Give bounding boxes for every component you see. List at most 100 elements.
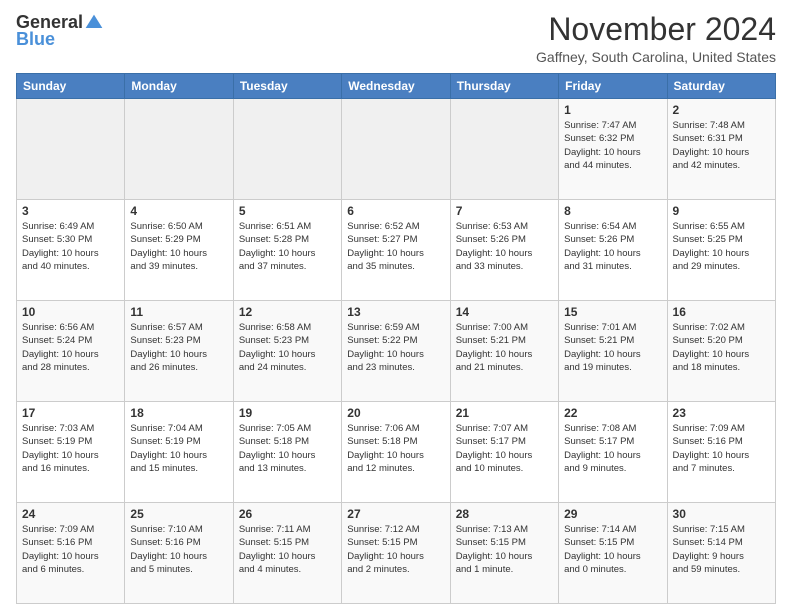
day-info: Sunrise: 7:07 AM Sunset: 5:17 PM Dayligh…	[456, 422, 553, 475]
logo-blue-text: Blue	[16, 29, 55, 49]
calendar-cell: 1 Sunrise: 7:47 AM Sunset: 6:32 PM Daylig…	[559, 99, 667, 200]
day-number: 24	[22, 507, 119, 521]
calendar-cell	[17, 99, 125, 200]
calendar-cell: 12Sunrise: 6:58 AM Sunset: 5:23 PM Dayli…	[233, 301, 341, 402]
calendar-cell: 16 Sunrise: 7:02 AM Sunset: 5:20 PM Dayli…	[667, 301, 775, 402]
calendar-cell: 11Sunrise: 6:57 AM Sunset: 5:23 PM Dayli…	[125, 301, 233, 402]
day-info: Sunrise: 7:09 AM Sunset: 5:16 PM Dayligh…	[22, 523, 119, 576]
location: Gaffney, South Carolina, United States	[536, 49, 776, 65]
title-area: November 2024 Gaffney, South Carolina, U…	[536, 12, 776, 65]
calendar-cell: 28 Sunrise: 7:13 AM Sunset: 5:15 PM Dayli…	[450, 503, 558, 604]
day-number: 30	[673, 507, 770, 521]
calendar-week-row-3: 17 Sunrise: 7:03 AM Sunset: 5:19 PM Dayli…	[17, 402, 776, 503]
day-info: Sunrise: 7:15 AM Sunset: 5:14 PM Dayligh…	[673, 523, 770, 576]
calendar-cell: 27Sunrise: 7:12 AM Sunset: 5:15 PM Dayli…	[342, 503, 450, 604]
day-info: Sunrise: 6:56 AM Sunset: 5:24 PM Dayligh…	[22, 321, 119, 374]
calendar-week-row-2: 10 Sunrise: 6:56 AM Sunset: 5:24 PM Dayli…	[17, 301, 776, 402]
page: General Blue November 2024 Gaffney, Sout…	[0, 0, 792, 612]
day-number: 13	[347, 305, 444, 319]
day-info: Sunrise: 6:58 AM Sunset: 5:23 PM Dayligh…	[239, 321, 336, 374]
day-number: 15	[564, 305, 661, 319]
day-info: Sunrise: 7:10 AM Sunset: 5:16 PM Dayligh…	[130, 523, 227, 576]
day-number: 1	[564, 103, 661, 117]
day-info: Sunrise: 7:06 AM Sunset: 5:18 PM Dayligh…	[347, 422, 444, 475]
logo: General Blue	[16, 12, 104, 50]
day-number: 8	[564, 204, 661, 218]
day-info: Sunrise: 7:03 AM Sunset: 5:19 PM Dayligh…	[22, 422, 119, 475]
day-number: 4	[130, 204, 227, 218]
calendar-cell: 24 Sunrise: 7:09 AM Sunset: 5:16 PM Dayli…	[17, 503, 125, 604]
day-number: 17	[22, 406, 119, 420]
day-number: 27	[347, 507, 444, 521]
calendar-week-row-1: 3Sunrise: 6:49 AM Sunset: 5:30 PM Daylig…	[17, 200, 776, 301]
day-number: 9	[673, 204, 770, 218]
calendar-cell: 9 Sunrise: 6:55 AM Sunset: 5:25 PM Daylig…	[667, 200, 775, 301]
calendar-cell: 29 Sunrise: 7:14 AM Sunset: 5:15 PM Dayli…	[559, 503, 667, 604]
day-info: Sunrise: 7:05 AM Sunset: 5:18 PM Dayligh…	[239, 422, 336, 475]
calendar-cell: 17 Sunrise: 7:03 AM Sunset: 5:19 PM Dayli…	[17, 402, 125, 503]
calendar-cell: 21Sunrise: 7:07 AM Sunset: 5:17 PM Dayli…	[450, 402, 558, 503]
day-info: Sunrise: 6:59 AM Sunset: 5:22 PM Dayligh…	[347, 321, 444, 374]
calendar-cell: 30 Sunrise: 7:15 AM Sunset: 5:14 PM Dayli…	[667, 503, 775, 604]
calendar-cell: 6 Sunrise: 6:52 AM Sunset: 5:27 PM Daylig…	[342, 200, 450, 301]
day-number: 2	[673, 103, 770, 117]
day-number: 14	[456, 305, 553, 319]
day-info: Sunrise: 7:11 AM Sunset: 5:15 PM Dayligh…	[239, 523, 336, 576]
day-info: Sunrise: 6:50 AM Sunset: 5:29 PM Dayligh…	[130, 220, 227, 273]
day-number: 16	[673, 305, 770, 319]
calendar-cell	[342, 99, 450, 200]
calendar-cell: 10 Sunrise: 6:56 AM Sunset: 5:24 PM Dayli…	[17, 301, 125, 402]
calendar-cell: 25Sunrise: 7:10 AM Sunset: 5:16 PM Dayli…	[125, 503, 233, 604]
calendar-cell: 3Sunrise: 6:49 AM Sunset: 5:30 PM Daylig…	[17, 200, 125, 301]
col-saturday: Saturday	[667, 74, 775, 99]
day-info: Sunrise: 7:02 AM Sunset: 5:20 PM Dayligh…	[673, 321, 770, 374]
day-info: Sunrise: 7:04 AM Sunset: 5:19 PM Dayligh…	[130, 422, 227, 475]
day-number: 28	[456, 507, 553, 521]
day-info: Sunrise: 7:48 AM Sunset: 6:31 PM Dayligh…	[673, 119, 770, 172]
day-info: Sunrise: 6:52 AM Sunset: 5:27 PM Dayligh…	[347, 220, 444, 273]
day-number: 29	[564, 507, 661, 521]
day-info: Sunrise: 6:53 AM Sunset: 5:26 PM Dayligh…	[456, 220, 553, 273]
col-wednesday: Wednesday	[342, 74, 450, 99]
day-info: Sunrise: 7:47 AM Sunset: 6:32 PM Dayligh…	[564, 119, 661, 172]
calendar-cell: 15 Sunrise: 7:01 AM Sunset: 5:21 PM Dayli…	[559, 301, 667, 402]
calendar-week-row-4: 24 Sunrise: 7:09 AM Sunset: 5:16 PM Dayli…	[17, 503, 776, 604]
calendar-cell	[233, 99, 341, 200]
day-info: Sunrise: 7:01 AM Sunset: 5:21 PM Dayligh…	[564, 321, 661, 374]
day-info: Sunrise: 6:51 AM Sunset: 5:28 PM Dayligh…	[239, 220, 336, 273]
col-thursday: Thursday	[450, 74, 558, 99]
calendar-cell: 26Sunrise: 7:11 AM Sunset: 5:15 PM Dayli…	[233, 503, 341, 604]
calendar-cell: 22 Sunrise: 7:08 AM Sunset: 5:17 PM Dayli…	[559, 402, 667, 503]
calendar-cell: 4 Sunrise: 6:50 AM Sunset: 5:29 PM Daylig…	[125, 200, 233, 301]
day-number: 22	[564, 406, 661, 420]
day-info: Sunrise: 7:08 AM Sunset: 5:17 PM Dayligh…	[564, 422, 661, 475]
calendar-cell: 7Sunrise: 6:53 AM Sunset: 5:26 PM Daylig…	[450, 200, 558, 301]
day-info: Sunrise: 7:00 AM Sunset: 5:21 PM Dayligh…	[456, 321, 553, 374]
day-info: Sunrise: 7:13 AM Sunset: 5:15 PM Dayligh…	[456, 523, 553, 576]
col-sunday: Sunday	[17, 74, 125, 99]
day-number: 6	[347, 204, 444, 218]
day-info: Sunrise: 7:14 AM Sunset: 5:15 PM Dayligh…	[564, 523, 661, 576]
day-number: 19	[239, 406, 336, 420]
calendar-week-row-0: 1 Sunrise: 7:47 AM Sunset: 6:32 PM Daylig…	[17, 99, 776, 200]
header: General Blue November 2024 Gaffney, Sout…	[16, 12, 776, 65]
day-number: 10	[22, 305, 119, 319]
day-info: Sunrise: 6:55 AM Sunset: 5:25 PM Dayligh…	[673, 220, 770, 273]
calendar-cell: 18Sunrise: 7:04 AM Sunset: 5:19 PM Dayli…	[125, 402, 233, 503]
day-number: 11	[130, 305, 227, 319]
month-title: November 2024	[536, 12, 776, 47]
logo-icon	[84, 13, 104, 33]
day-number: 5	[239, 204, 336, 218]
calendar-cell: 23 Sunrise: 7:09 AM Sunset: 5:16 PM Dayli…	[667, 402, 775, 503]
day-number: 23	[673, 406, 770, 420]
col-tuesday: Tuesday	[233, 74, 341, 99]
day-info: Sunrise: 6:54 AM Sunset: 5:26 PM Dayligh…	[564, 220, 661, 273]
col-friday: Friday	[559, 74, 667, 99]
day-info: Sunrise: 7:09 AM Sunset: 5:16 PM Dayligh…	[673, 422, 770, 475]
col-monday: Monday	[125, 74, 233, 99]
day-info: Sunrise: 6:49 AM Sunset: 5:30 PM Dayligh…	[22, 220, 119, 273]
calendar-cell: 8 Sunrise: 6:54 AM Sunset: 5:26 PM Daylig…	[559, 200, 667, 301]
day-number: 20	[347, 406, 444, 420]
calendar-cell: 20 Sunrise: 7:06 AM Sunset: 5:18 PM Dayli…	[342, 402, 450, 503]
calendar-cell: 5 Sunrise: 6:51 AM Sunset: 5:28 PM Daylig…	[233, 200, 341, 301]
